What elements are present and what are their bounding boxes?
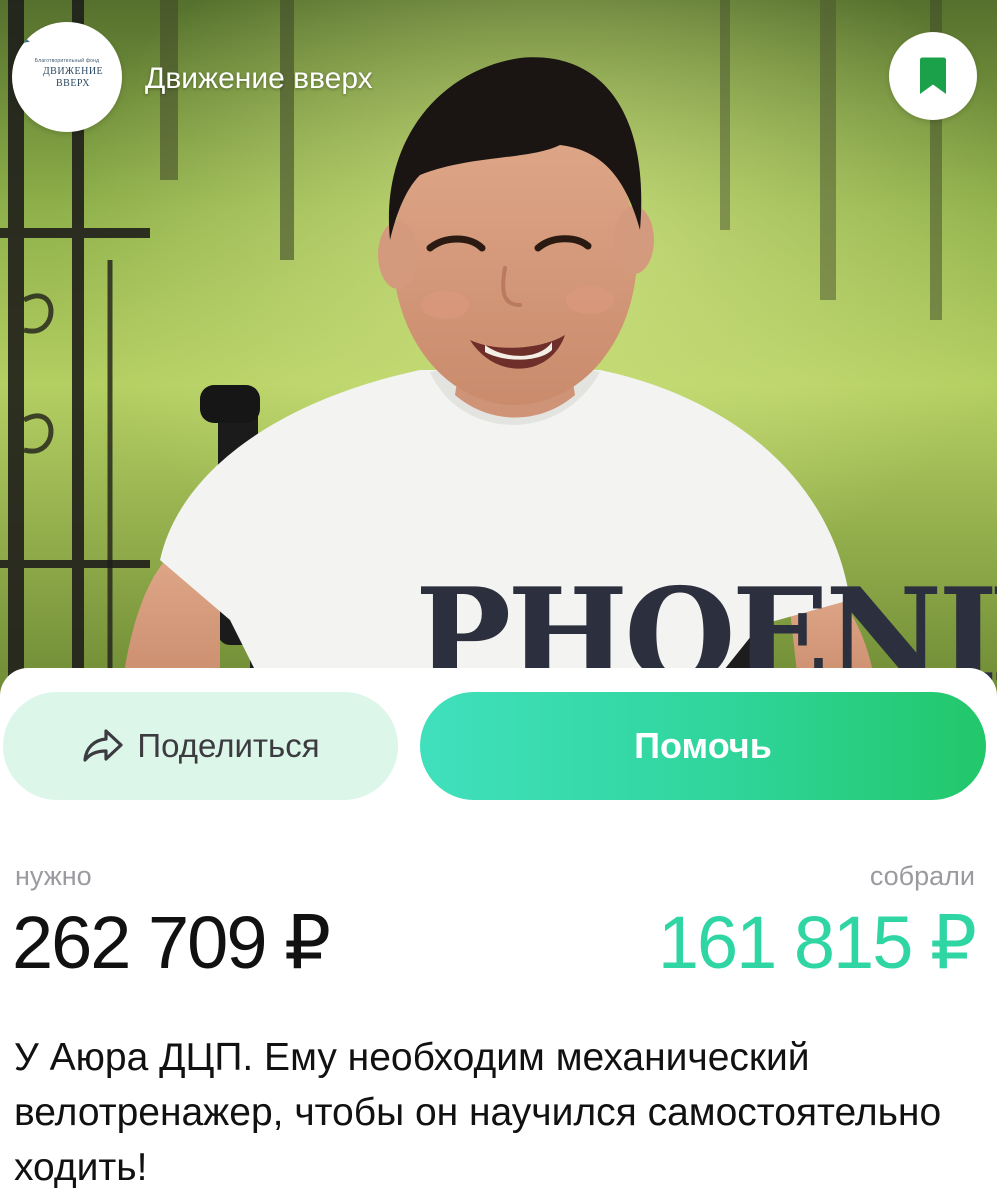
campaign-description: У Аюра ДЦП. Ему необходим механический в… <box>14 1036 942 1189</box>
share-button[interactable]: Поделиться <box>3 692 398 800</box>
bookmark-icon <box>920 57 946 94</box>
help-button[interactable]: Помочь <box>420 692 986 800</box>
logo-line2: ВВЕРХ <box>55 78 91 89</box>
campaign-hero-photo: PHOENIX Благотворительный фонд ДВИЖЕНИЕ … <box>0 0 997 700</box>
help-button-label: Помочь <box>634 725 772 766</box>
share-button-label: Поделиться <box>137 727 320 764</box>
logo-bird-icon <box>14 24 30 48</box>
campaign-card: Поделиться Помочь нужно собрали 262 709 … <box>0 668 997 1200</box>
share-arrow-icon <box>83 729 123 762</box>
need-amount: 262 709 ₽ <box>12 901 331 984</box>
logo-line1: ДВИЖЕНИЕ <box>42 66 104 77</box>
collected-label: собрали <box>869 861 975 891</box>
org-name[interactable]: Движение вверх <box>145 62 373 96</box>
need-label: нужно <box>15 861 92 891</box>
collected-amount: 161 815 ₽ <box>657 901 977 984</box>
bookmark-button[interactable] <box>889 32 977 120</box>
hero-photo-illustration: PHOENIX <box>0 0 997 700</box>
logo-tiny-text: Благотворительный фонд <box>34 58 100 64</box>
org-logo[interactable]: Благотворительный фонд ДВИЖЕНИЕ ВВЕРХ <box>12 22 122 132</box>
